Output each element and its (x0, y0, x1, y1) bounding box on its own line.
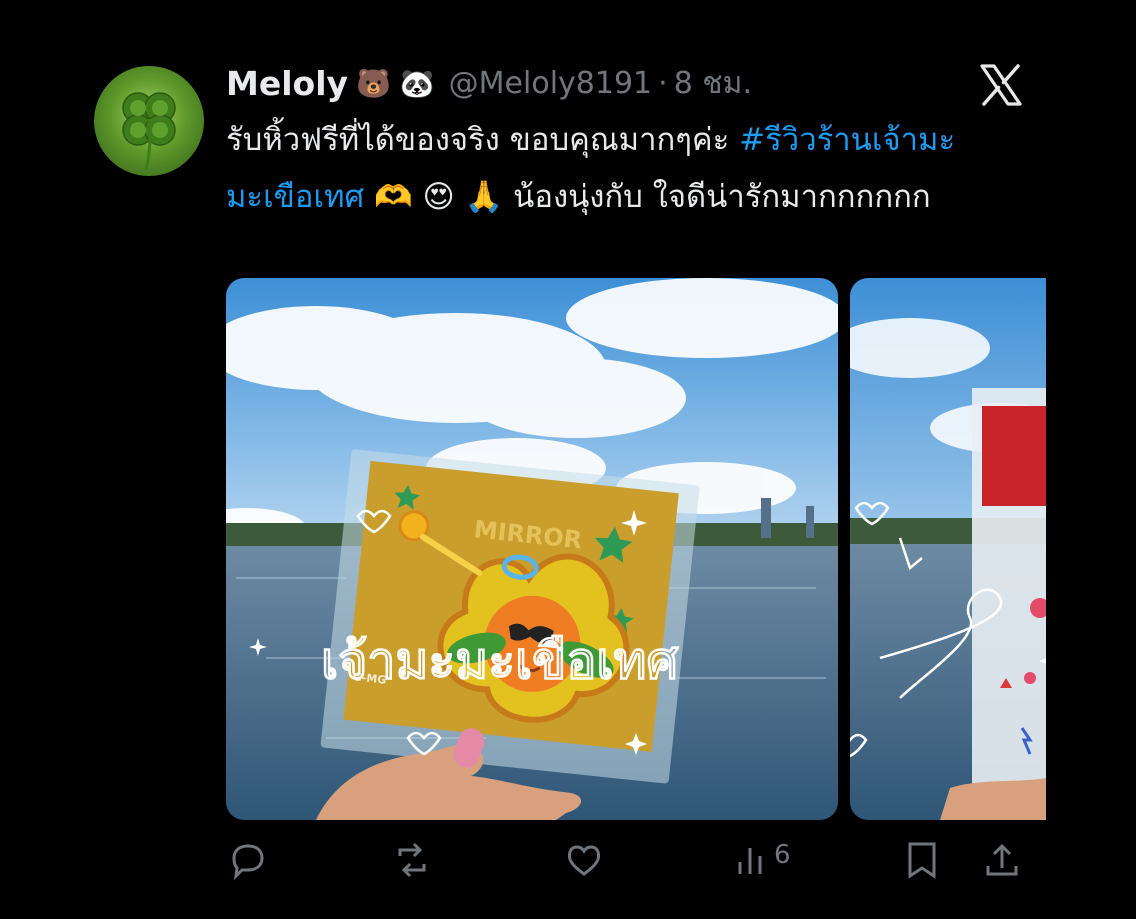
bookmark-button[interactable] (902, 840, 942, 880)
share-icon (986, 843, 1018, 876)
avatar[interactable] (94, 66, 204, 176)
views-count: 6 (774, 840, 791, 870)
like-button[interactable] (564, 840, 604, 880)
like-icon (567, 845, 601, 876)
tweet-text: รับหิ้วฟรีที่ได้ของจริง ขอบคุณมากๆค่ะ #ร… (226, 112, 1026, 226)
author-handle[interactable]: @Meloly8191 (449, 66, 652, 101)
x-logo-icon (978, 62, 1024, 108)
views-button[interactable]: 6 (732, 840, 791, 880)
tweet-text-emojis: 🫶 😍 🙏 (364, 179, 514, 215)
tweet-text-part2: น้องนุ่งกับ ใจดีน่ารักมากกกกกก (513, 179, 931, 215)
overlay-text: เจ้ามะมะเขือเทศ (321, 632, 678, 690)
media-image-1[interactable]: MIRROR G-MG เจ้ามะมะเขือเทศ (226, 278, 838, 820)
author-emojis: 🐻 🐼 (356, 66, 435, 100)
action-bar: 6 (226, 840, 1026, 880)
retweet-icon (398, 842, 426, 878)
bookmark-icon (908, 842, 936, 879)
share-button[interactable] (982, 840, 1022, 880)
media-image-2[interactable] (850, 278, 1046, 820)
retweet-button[interactable] (392, 840, 432, 880)
timestamp[interactable]: 8 ชม. (674, 60, 752, 107)
tweet-header: Meloly 🐻 🐼 @Meloly8191 · 8 ชม. (226, 60, 752, 106)
views-icon (738, 848, 762, 874)
reply-icon (232, 844, 264, 880)
tweet-text-part1: รับหิ้วฟรีที่ได้ของจริง ขอบคุณมากๆค่ะ (226, 122, 740, 158)
reply-button[interactable] (228, 840, 268, 880)
avatar-clover-icon (122, 92, 176, 171)
author-name[interactable]: Meloly (226, 64, 348, 103)
separator-dot: · (658, 65, 668, 101)
